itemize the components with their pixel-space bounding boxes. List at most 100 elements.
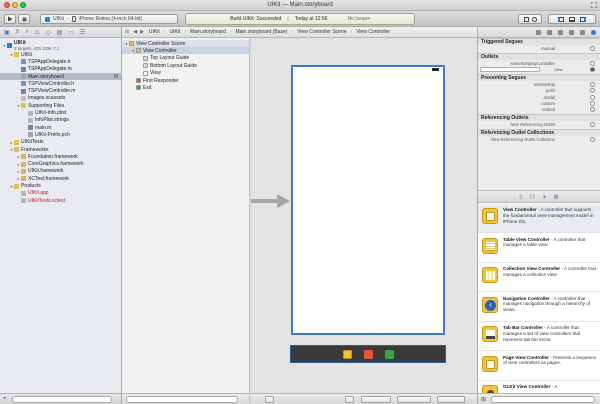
show-document-outline-button[interactable]	[265, 396, 274, 403]
debug-navigator-tab-icon[interactable]: ▤	[57, 29, 63, 36]
fullscreen-icon[interactable]	[591, 2, 597, 8]
file-tree-item[interactable]: TSPViewController.m	[0, 88, 121, 95]
outline-filter-field[interactable]	[126, 396, 238, 403]
file-tree-item[interactable]: TSPAppDelegate.m	[0, 66, 121, 73]
breadcrumb-item[interactable]: View Controller Scene	[297, 29, 346, 35]
quick-help-tab-icon[interactable]	[547, 29, 552, 35]
connection-row[interactable]: searchDisplayController	[478, 60, 600, 66]
add-file-button[interactable]: +	[3, 396, 7, 402]
outline-item[interactable]: ▾ View Controller	[122, 47, 249, 55]
connection-well-icon[interactable]	[590, 67, 595, 73]
breadcrumb-item[interactable]: View Controller	[356, 29, 390, 35]
library-item[interactable]: Page View Controller - Presents a sequen…	[478, 352, 600, 381]
back-arrow-icon[interactable]: ◀	[133, 29, 137, 35]
outline-item[interactable]: Top Layout Guide	[122, 55, 249, 62]
alignment-controls[interactable]	[397, 396, 431, 403]
outline-item[interactable]: First Responder	[122, 77, 249, 84]
file-tree-item[interactable]: UIKitTests.xctest	[0, 197, 121, 204]
connection-well-icon[interactable]	[590, 46, 595, 51]
breadcrumb-item[interactable]: Main.storyboard	[190, 29, 226, 35]
outline-item[interactable]: Exit	[122, 84, 249, 91]
file-tree-item[interactable]: Main.storyboard M	[0, 72, 121, 81]
file-tree-item[interactable]: main.m	[0, 124, 121, 131]
connection-row[interactable]: viewView	[478, 67, 600, 73]
library-item[interactable]: Collection View Controller - A controlle…	[478, 263, 600, 292]
connection-well-icon[interactable]	[590, 94, 595, 100]
outline-item[interactable]: ▾ View Controller Scene	[122, 40, 249, 47]
connection-well-icon[interactable]	[590, 81, 595, 87]
file-tree-item[interactable]: TSPViewController.h	[0, 80, 121, 87]
grid-view-icon[interactable]: ⊞	[481, 396, 486, 403]
breadcrumb-item[interactable]: UIKit	[149, 29, 160, 35]
connection-row[interactable]: embed	[478, 107, 600, 113]
exit-dock-icon[interactable]	[384, 349, 394, 359]
file-tree-item[interactable]: ▾ Products	[0, 182, 121, 189]
media-library-tab-icon[interactable]: ▤	[554, 194, 559, 200]
library-item[interactable]: View Controller - A controller that supp…	[478, 204, 600, 233]
file-tree-item[interactable]: ▾ Frameworks	[0, 146, 121, 153]
file-tree-item[interactable]: ▸ XCTest.framework	[0, 175, 121, 182]
log-navigator-tab-icon[interactable]: ☰	[80, 29, 85, 36]
storyboard-canvas[interactable]	[251, 38, 477, 404]
connection-well-icon[interactable]	[590, 107, 595, 113]
connection-row[interactable]: New Referencing Outlet Collection	[478, 136, 600, 142]
resolve-layout-controls[interactable]	[437, 396, 465, 403]
connection-row[interactable]: modal	[478, 94, 600, 100]
connection-row[interactable]: New Referencing Outlet	[478, 121, 600, 127]
issue-navigator-tab-icon[interactable]: ⚠	[35, 29, 40, 36]
form-factor-button[interactable]	[345, 396, 354, 403]
view-controller-scene[interactable]	[291, 65, 445, 335]
file-tree-item[interactable]: ▾ Supporting Files	[0, 102, 121, 109]
project-navigator-tab-icon[interactable]: ▣	[4, 29, 10, 36]
find-navigator-tab-icon[interactable]: ⌕	[25, 29, 28, 36]
file-tree-item[interactable]: ▸ Foundation.framework	[0, 153, 121, 160]
library-item[interactable]: Tab Bar Controller - A controller that m…	[478, 322, 600, 351]
file-inspector-tab-icon[interactable]	[536, 29, 541, 35]
outline-item[interactable]: Bottom Layout Guide	[122, 62, 249, 69]
file-tree-item[interactable]: Images.xcassets	[0, 95, 121, 102]
file-tree-item[interactable]: ▾ UIKit	[0, 51, 121, 58]
outline-item[interactable]: View	[122, 70, 249, 77]
test-navigator-tab-icon[interactable]: ◇	[46, 29, 51, 36]
file-tree-item[interactable]: ▸ UIKit.framework	[0, 168, 121, 175]
library-filter-field[interactable]	[491, 396, 595, 403]
connection-well-icon[interactable]	[590, 121, 595, 127]
connection-well-icon[interactable]	[590, 88, 595, 94]
zoom-controls[interactable]	[361, 396, 391, 403]
attributes-inspector-tab-icon[interactable]	[569, 29, 574, 35]
file-tree-item[interactable]: TSPAppDelegate.h	[0, 58, 121, 65]
file-template-library-tab-icon[interactable]: ▯	[519, 194, 522, 200]
file-tree-item[interactable]: UIKit-Info.plist	[0, 109, 121, 116]
view-controller-dock-icon[interactable]	[342, 349, 352, 359]
connection-well-icon[interactable]	[590, 60, 595, 66]
breakpoint-navigator-tab-icon[interactable]: ▭	[68, 29, 74, 36]
run-button[interactable]	[4, 14, 16, 24]
connection-row[interactable]: push	[478, 88, 600, 94]
file-tree-item[interactable]: InfoPlist.strings	[0, 117, 121, 124]
navigator-filter-field[interactable]	[12, 396, 112, 403]
file-tree-item[interactable]: ▸ CoreGraphics.framework	[0, 161, 121, 168]
related-items-icon[interactable]: ⊞	[125, 29, 129, 35]
editor-mode-control[interactable]	[518, 14, 542, 24]
library-item[interactable]: Table View Controller - A controller tha…	[478, 234, 600, 263]
symbol-navigator-tab-icon[interactable]: ≡	[16, 29, 20, 35]
connection-row[interactable]: custom	[478, 100, 600, 106]
object-library-tab-icon[interactable]: ●	[543, 194, 546, 200]
outlet-view-field[interactable]	[480, 67, 540, 73]
library-item[interactable]: ‹ Navigation Controller - A controller th…	[478, 293, 600, 322]
identity-inspector-tab-icon[interactable]	[558, 29, 563, 35]
stop-button[interactable]	[18, 14, 30, 24]
connection-well-icon[interactable]	[590, 100, 595, 106]
forward-arrow-icon[interactable]: ▶	[140, 29, 144, 35]
file-tree-item[interactable]: UIKit.app	[0, 190, 121, 197]
file-tree-item[interactable]: ▾ UIKit 2 targets, iOS SDK 7.1	[0, 40, 121, 51]
view-toggle-control[interactable]	[548, 14, 596, 24]
connection-row[interactable]: manual	[478, 46, 600, 52]
file-tree-item[interactable]: ▸ UIKitTests	[0, 139, 121, 146]
breadcrumb-item[interactable]: UIKit	[169, 29, 180, 35]
size-inspector-tab-icon[interactable]	[580, 29, 585, 35]
connections-inspector-tab-icon[interactable]	[591, 29, 596, 35]
code-snippet-library-tab-icon[interactable]: { }	[530, 194, 535, 200]
breadcrumb-item[interactable]: Main.storyboard (Base)	[235, 29, 287, 35]
initial-scene-arrow-icon[interactable]	[251, 194, 291, 208]
